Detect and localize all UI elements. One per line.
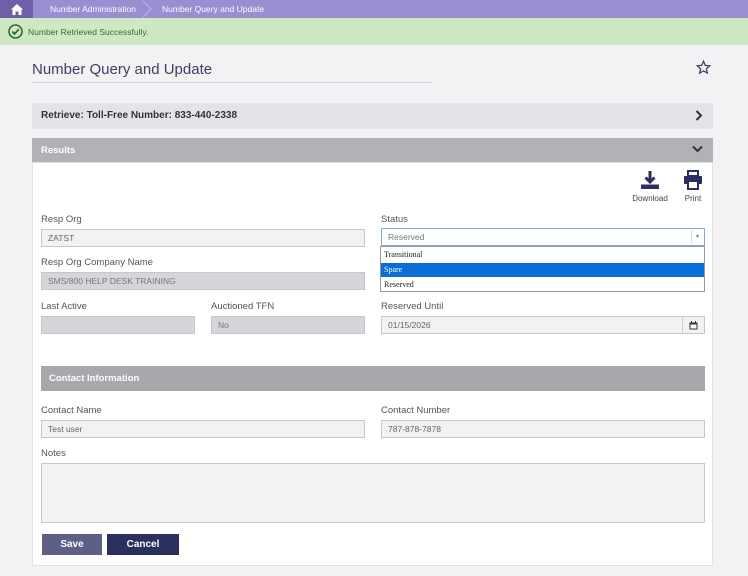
- status-label: Status: [381, 214, 408, 225]
- chevron-right-icon: [695, 110, 703, 121]
- breadcrumb-separator-inner: [141, 0, 150, 18]
- check-circle-icon: [8, 24, 23, 39]
- top-breadcrumb-bar: Number Administration Number Query and U…: [0, 0, 748, 18]
- notes-textarea[interactable]: [41, 463, 705, 523]
- save-button[interactable]: Save: [42, 534, 102, 555]
- results-label: Results: [41, 145, 76, 156]
- reserved-until-label: Reserved Until: [381, 301, 444, 312]
- star-icon: [695, 59, 712, 75]
- print-label: Print: [684, 194, 702, 203]
- breadcrumb-current-page: Number Query and Update: [162, 4, 265, 14]
- cancel-button[interactable]: Cancel: [107, 534, 179, 555]
- printer-icon: [684, 170, 702, 190]
- calendar-button[interactable]: [682, 317, 704, 333]
- retrieve-label: Retrieve: Toll-Free Number: 833-440-2338: [41, 110, 238, 121]
- auctioned-tfn-label: Auctioned TFN: [211, 301, 275, 312]
- last-active-field: [41, 316, 195, 334]
- home-icon: [10, 3, 23, 15]
- download-icon: [641, 171, 659, 189]
- alert-message: Number Retrieved Successfully.: [28, 26, 149, 37]
- contact-info-label: Contact Information: [49, 373, 140, 384]
- contact-number-field[interactable]: 787-878-7878: [381, 420, 705, 438]
- contact-info-header: Contact Information: [41, 366, 705, 391]
- status-option-spare[interactable]: Spare: [381, 263, 704, 277]
- retrieve-accordion[interactable]: Retrieve: Toll-Free Number: 833-440-2338: [32, 103, 713, 129]
- status-dropdown-list: Transitional Spare Reserved: [380, 246, 705, 292]
- notes-label: Notes: [41, 448, 66, 459]
- company-name-field: SMS/800 HELP DESK TRAINING: [41, 272, 365, 290]
- select-arrow-icon: ▾: [691, 230, 703, 244]
- success-alert: Number Retrieved Successfully.: [0, 18, 748, 45]
- title-divider: [32, 82, 432, 83]
- status-select[interactable]: Reserved ▾: [381, 228, 705, 246]
- contact-name-label: Contact Name: [41, 405, 102, 416]
- status-selected-value: Reserved: [388, 232, 425, 242]
- breadcrumb-number-administration[interactable]: Number Administration: [50, 0, 136, 18]
- results-accordion[interactable]: Results: [32, 138, 713, 162]
- page-title: Number Query and Update: [32, 61, 213, 78]
- contact-number-label: Contact Number: [381, 405, 451, 416]
- reserved-until-field[interactable]: 01/15/2026: [381, 316, 705, 334]
- reserved-until-value: 01/15/2026: [388, 320, 431, 330]
- status-option-reserved[interactable]: Reserved: [381, 278, 704, 292]
- auctioned-tfn-field: No: [211, 316, 365, 334]
- company-name-label: Resp Org Company Name: [41, 257, 153, 268]
- resp-org-field[interactable]: ZATST: [41, 229, 365, 247]
- download-label: Download: [632, 194, 668, 203]
- print-button[interactable]: Print: [680, 170, 706, 203]
- favorite-button[interactable]: [695, 59, 712, 80]
- download-button[interactable]: Download: [628, 170, 672, 203]
- status-option-transitional[interactable]: Transitional: [381, 248, 704, 262]
- contact-name-field[interactable]: Test user: [41, 420, 365, 438]
- calendar-icon: [689, 320, 698, 329]
- resp-org-label: Resp Org: [41, 214, 82, 225]
- chevron-down-icon: [692, 145, 703, 153]
- home-button[interactable]: [0, 0, 33, 18]
- last-active-label: Last Active: [41, 301, 87, 312]
